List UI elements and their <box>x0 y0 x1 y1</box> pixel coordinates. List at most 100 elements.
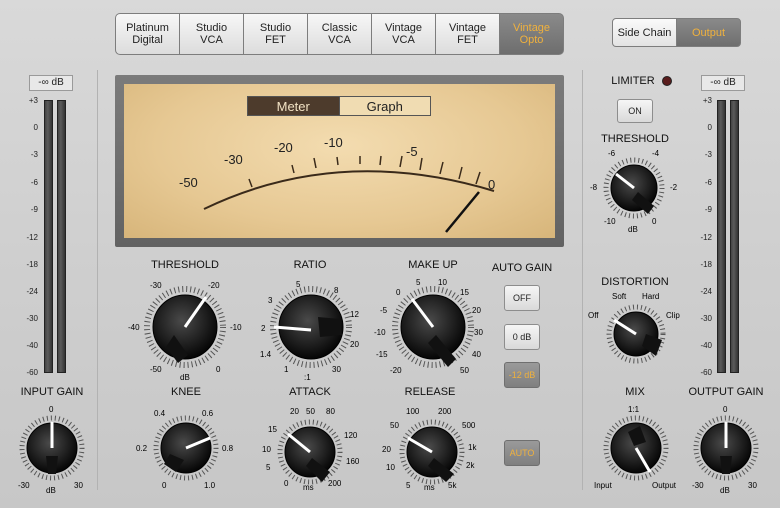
auto-gain-minus12db-button[interactable]: -12 dB <box>504 362 540 388</box>
tick-label: -50 <box>150 365 162 374</box>
tick-label: Hard <box>642 292 659 301</box>
vu-meter-dial: -50 -30 -20 -10 -5 0 <box>179 135 495 233</box>
tick-label: 30 <box>748 481 757 490</box>
vu-label: -10 <box>324 135 343 150</box>
output-meter-right <box>730 100 739 373</box>
distortion-knob[interactable]: Soft Hard Off Clip <box>586 290 686 370</box>
tick-label: 10 <box>386 463 395 472</box>
scale-label: -18 <box>700 260 712 269</box>
tick-label: 0 <box>216 365 221 374</box>
mix-label: MIX <box>625 386 645 398</box>
tick-label: -6 <box>608 149 616 158</box>
tick-label: -5 <box>380 306 388 315</box>
tick-label: 5k <box>448 481 457 490</box>
vu-label: -20 <box>274 140 293 155</box>
mix-knob[interactable]: 1:1 Input Output <box>588 402 686 494</box>
input-level-readout: -∞ dB <box>29 75 73 91</box>
scale-label: -40 <box>700 341 712 350</box>
limiter-threshold-knob[interactable]: -6 -4 -8 -2 -10 0 dB <box>588 146 680 234</box>
auto-gain-0db-button[interactable]: 0 dB <box>504 324 540 350</box>
threshold-label: THRESHOLD <box>151 259 219 271</box>
tick-label: 15 <box>460 288 469 297</box>
tick-label: 5 <box>416 278 421 287</box>
release-knob[interactable]: 100 200 50 500 20 1k 10 2k 5 5k ms <box>372 402 496 494</box>
tick-label: -4 <box>652 149 660 158</box>
tick-label: 5 <box>296 280 301 289</box>
scale-label: -24 <box>700 287 712 296</box>
tick-label: Output <box>652 481 677 490</box>
model-classic-vca[interactable]: Classic VCA <box>308 14 371 54</box>
auto-gain-label: AUTO GAIN <box>491 262 553 274</box>
tick-label: 0.2 <box>136 444 148 453</box>
tick-label: 10 <box>438 278 447 287</box>
tick-label: 80 <box>326 407 335 416</box>
model-vintage-opto[interactable]: Vintage Opto <box>500 14 563 54</box>
ratio-label: RATIO <box>293 259 327 271</box>
ratio-knob[interactable]: 5 8 3 12 2 20 1.4 30 1 :1 <box>248 275 374 385</box>
scale-label: +3 <box>702 96 712 105</box>
scale-label: -24 <box>26 287 38 296</box>
auto-release-button[interactable]: AUTO <box>504 440 540 466</box>
limiter-led <box>662 76 672 86</box>
tick-label: 1.4 <box>260 350 272 359</box>
scale-label: -40 <box>26 341 38 350</box>
scale-label: -6 <box>30 178 38 187</box>
tick-label: -8 <box>590 183 598 192</box>
tick-label: 1.0 <box>204 481 216 490</box>
tick-label: -20 <box>208 281 220 290</box>
meter-source-toggle: Side Chain Output <box>612 18 741 47</box>
scale-label: -6 <box>704 178 712 187</box>
auto-gain-off-button[interactable]: OFF <box>504 285 540 311</box>
tick-label: 50 <box>306 407 315 416</box>
model-platinum-digital[interactable]: Platinum Digital <box>116 14 179 54</box>
tick-label: 15 <box>268 425 277 434</box>
output-meter-left <box>717 100 726 373</box>
scale-label: -30 <box>700 314 712 323</box>
scale-label: 0 <box>33 123 38 132</box>
tick-label: 0 <box>396 288 401 297</box>
scale-label: 0 <box>707 123 712 132</box>
unit-label: ms <box>303 483 314 492</box>
tick-label: 0.6 <box>202 409 214 418</box>
scale-label: -3 <box>704 150 712 159</box>
threshold-knob[interactable]: -30 -20 -40 -10 -50 0 dB <box>122 275 248 385</box>
tick-label: 0 <box>49 405 54 414</box>
attack-knob[interactable]: 20 50 80 15 120 10 160 5 200 0 ms <box>250 402 370 494</box>
scale-label: -12 <box>700 233 712 242</box>
model-vintage-fet[interactable]: Vintage FET <box>436 14 499 54</box>
model-vintage-vca[interactable]: Vintage VCA <box>372 14 435 54</box>
tick-label: Input <box>594 481 613 490</box>
unit-label: dB <box>720 486 730 495</box>
limiter-on-button[interactable]: ON <box>617 99 653 123</box>
tick-label: 20 <box>382 445 391 454</box>
output-gain-knob[interactable]: 0 -30 30 dB <box>686 402 766 496</box>
tick-label: Soft <box>612 292 627 301</box>
model-studio-vca[interactable]: Studio VCA <box>180 14 243 54</box>
tick-label: 200 <box>328 479 342 488</box>
tick-label: 0.8 <box>222 444 234 453</box>
attack-label: ATTACK <box>289 386 331 398</box>
tick-label: 20 <box>290 407 299 416</box>
scale-label: -9 <box>704 205 712 214</box>
tick-label: -10 <box>604 217 616 226</box>
right-divider <box>582 70 583 490</box>
limiter-label: LIMITER <box>611 75 655 87</box>
output-level-readout: -∞ dB <box>701 75 745 91</box>
output-gain-label: OUTPUT GAIN <box>688 386 764 398</box>
input-meter-scale: +3 0 -3 -6 -9 -12 -18 -24 -30 -40 -60 <box>16 96 38 377</box>
knee-knob[interactable]: 0.4 0.6 0.2 0.8 0 1.0 <box>130 402 242 494</box>
tick-label: 8 <box>334 286 339 295</box>
limiter-threshold-label: THRESHOLD <box>601 133 669 145</box>
distortion-label: DISTORTION <box>601 276 669 288</box>
tick-label: -30 <box>692 481 704 490</box>
input-gain-knob[interactable]: 0 -30 30 dB <box>12 402 92 496</box>
tick-label: 20 <box>350 340 359 349</box>
model-studio-fet[interactable]: Studio FET <box>244 14 307 54</box>
tick-label: 0 <box>652 217 657 226</box>
makeup-knob[interactable]: 0 5 10 15 -5 20 -10 30 -15 40 -20 50 <box>368 275 498 385</box>
output-button[interactable]: Output <box>677 19 740 46</box>
tick-label: -10 <box>374 328 386 337</box>
side-chain-button[interactable]: Side Chain <box>613 19 676 46</box>
tick-label: 2k <box>466 461 475 470</box>
tick-label: -20 <box>390 366 402 375</box>
